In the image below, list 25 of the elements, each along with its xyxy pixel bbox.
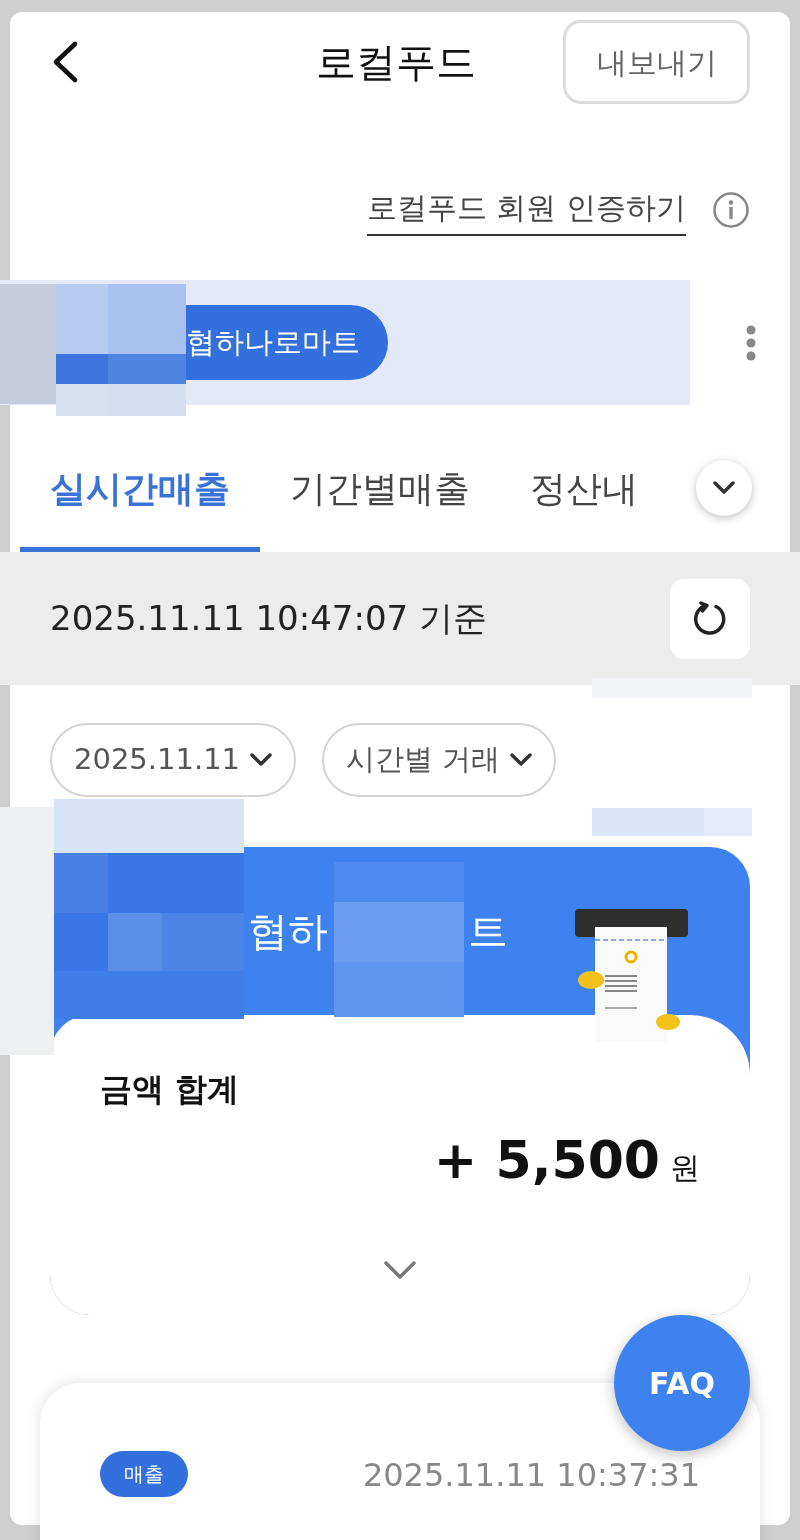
more-icon[interactable] [746, 324, 756, 361]
back-icon[interactable] [52, 41, 78, 83]
total-amount: + 5,500 [433, 1129, 660, 1192]
filter-dropdown[interactable]: 시간별 거래 [322, 723, 557, 797]
transaction-time: 2025.11.11 10:37:31 [362, 1455, 700, 1496]
expand-icon[interactable] [384, 1261, 416, 1279]
tab[interactable]: 정산내 [500, 450, 668, 552]
export-button[interactable]: 내보내기 [563, 20, 750, 104]
type-badge: 매출 [100, 1451, 188, 1497]
currency-unit: 원 [670, 1149, 700, 1187]
page-title: 로컬푸드 [315, 38, 476, 87]
filter-dropdown[interactable]: 2025.11.11 [50, 723, 297, 797]
info-icon[interactable] [712, 191, 750, 229]
refresh-icon [692, 600, 728, 637]
chevron-down-icon [250, 753, 273, 767]
refresh-button[interactable] [670, 578, 750, 659]
chevron-down-icon [713, 481, 735, 495]
timestamp-text: 2025.11.11 10:47:07 기준 [50, 597, 487, 640]
total-label: 금액 합계 [100, 1069, 241, 1110]
tab[interactable]: 기간별매출 [260, 450, 500, 552]
store-title: 트 [468, 907, 508, 956]
member-verify-link[interactable]: 로컬푸드 회원 인증하기 [366, 184, 686, 236]
store-chip[interactable]: 협하나로마트 [186, 305, 388, 380]
chevron-down-icon [510, 753, 533, 767]
store-title: 협하 [248, 907, 328, 956]
